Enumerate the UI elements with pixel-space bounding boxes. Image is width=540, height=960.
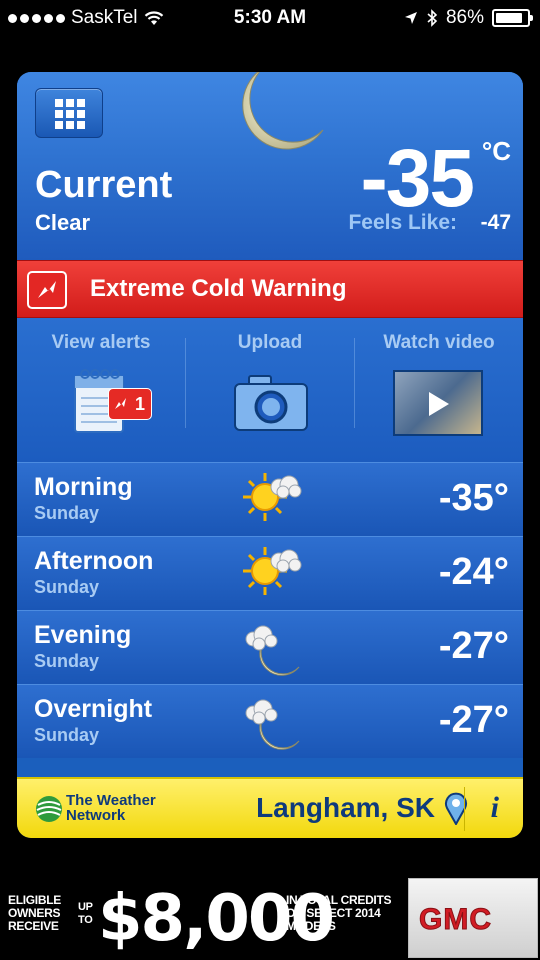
feels-like-value: -47 bbox=[480, 211, 511, 234]
sun-cloud-icon bbox=[243, 547, 302, 595]
lightning-icon bbox=[115, 398, 126, 409]
current-condition: Clear bbox=[35, 210, 91, 235]
divider bbox=[464, 787, 465, 831]
forecast-period: Evening bbox=[34, 621, 132, 649]
weather-network-brand: The Weather Network bbox=[66, 792, 156, 824]
current-title: Current bbox=[35, 164, 173, 206]
upload-button[interactable]: Upload bbox=[186, 318, 354, 462]
watch-video-label: Watch video bbox=[383, 332, 495, 353]
forecast-day: Sunday bbox=[34, 577, 100, 597]
alert-count: 1 bbox=[134, 394, 145, 414]
forecast-period: Afternoon bbox=[34, 547, 154, 575]
location-arrow-icon bbox=[404, 12, 417, 24]
moon-cloud-icon bbox=[245, 699, 300, 750]
grid-icon bbox=[55, 99, 85, 129]
bluetooth-icon bbox=[427, 9, 438, 27]
lightning-warning-icon bbox=[27, 271, 67, 309]
moon-cloud-icon bbox=[245, 625, 300, 676]
forecast-temp: -24° bbox=[438, 551, 509, 593]
forecast-temp: -27° bbox=[438, 699, 509, 741]
weather-warning-banner[interactable]: Extreme Cold Warning bbox=[17, 260, 523, 318]
watch-video-button[interactable]: Watch video bbox=[355, 318, 523, 462]
forecast-row[interactable]: Morning Sunday -35° bbox=[17, 462, 523, 536]
forecast-temp: -35° bbox=[438, 477, 509, 519]
video-thumbnail bbox=[393, 370, 483, 436]
current-conditions-panel: Current Clear -35 °C Feels Like: -47 bbox=[17, 72, 523, 260]
moon-icon bbox=[242, 72, 324, 150]
ad-banner[interactable]: ELIGIBLE OWNERS RECEIVE UP TO $8,000 IN … bbox=[0, 876, 540, 960]
forecast-day: Sunday bbox=[34, 651, 100, 671]
ad-right-text: IN TOTAL CREDITS ON SELECT 2014 MODELS bbox=[286, 893, 392, 933]
feels-like-label: Feels Like: bbox=[348, 211, 457, 234]
weather-card: Current Clear -35 °C Feels Like: -47 Ext… bbox=[17, 72, 523, 838]
forecast-day: Sunday bbox=[34, 503, 100, 523]
temperature-unit: °C bbox=[481, 136, 511, 166]
forecast-row[interactable]: Afternoon Sunday -24° bbox=[17, 536, 523, 610]
ad-up-to: UP TO bbox=[78, 901, 93, 926]
weather-network-logo-icon bbox=[36, 796, 62, 822]
menu-grid-button[interactable] bbox=[35, 88, 103, 138]
play-icon bbox=[429, 392, 449, 416]
forecast-row[interactable]: Overnight Sunday -27° bbox=[17, 684, 523, 758]
gmc-logo-text: GMC bbox=[419, 903, 492, 937]
info-icon[interactable]: i bbox=[491, 791, 499, 825]
status-bar: SaskTel 5:30 AM 86% bbox=[0, 0, 540, 36]
forecast-row[interactable]: Evening Sunday -27° bbox=[17, 610, 523, 684]
location-name[interactable]: Langham, SK bbox=[256, 792, 435, 824]
footer-bar: The Weather Network Langham, SK i bbox=[17, 777, 523, 838]
view-alerts-label: View alerts bbox=[51, 332, 151, 353]
action-bar: View alerts 1 Upload Watch video bbox=[17, 318, 523, 462]
upload-label: Upload bbox=[237, 332, 303, 353]
ad-left-text: ELIGIBLE OWNERS RECEIVE bbox=[8, 893, 61, 933]
forecast-temp: -27° bbox=[438, 625, 509, 667]
forecast-period: Morning bbox=[34, 473, 133, 501]
camera-icon bbox=[234, 375, 308, 431]
warning-text: Extreme Cold Warning bbox=[90, 275, 347, 302]
battery-icon bbox=[492, 9, 533, 27]
forecast-period: Overnight bbox=[34, 695, 153, 723]
sun-cloud-icon bbox=[243, 473, 302, 521]
battery-percent: 86% bbox=[445, 7, 484, 28]
view-alerts-button[interactable]: View alerts 1 bbox=[17, 318, 185, 462]
gmc-logo: GMC bbox=[408, 878, 538, 958]
alert-count-badge: 1 bbox=[108, 388, 152, 420]
forecast-day: Sunday bbox=[34, 725, 100, 745]
forecast-list: Morning Sunday -35° Afternoon Sunday -24… bbox=[17, 462, 523, 758]
